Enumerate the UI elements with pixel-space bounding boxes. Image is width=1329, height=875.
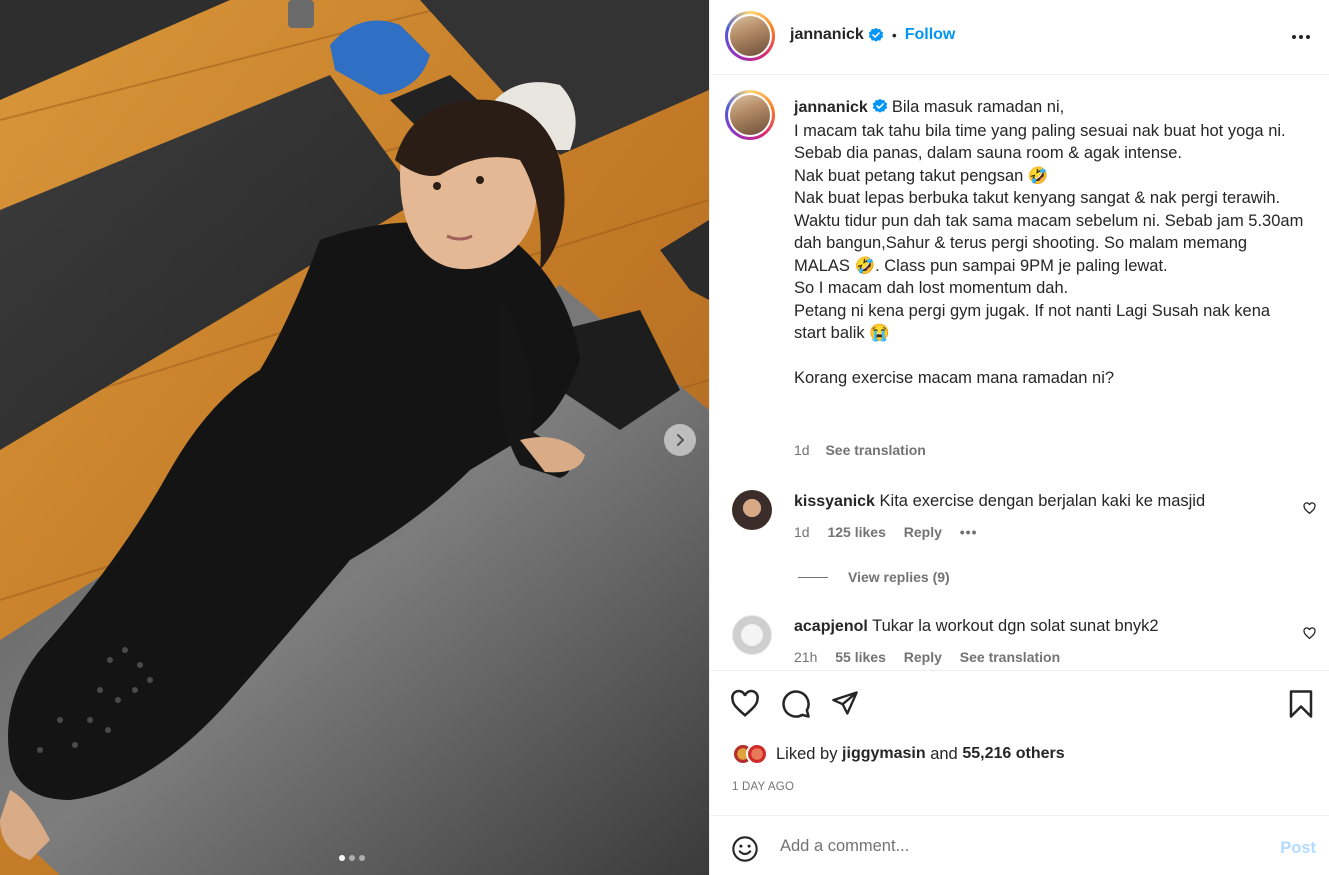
comment-meta: 21h 55 likes Reply See translation [794,649,1074,665]
commenter-avatar[interactable] [732,490,772,530]
comment-text-line: kissyanick Kita exercise dengan berjalan… [794,492,1205,511]
liker-avatars[interactable] [732,743,768,765]
avatar-image [730,95,770,135]
caption-age: 1d [794,442,810,458]
share-icon[interactable] [831,689,859,717]
emoji-icon[interactable] [731,835,759,863]
see-translation-link[interactable]: See translation [825,442,925,458]
post-timestamp[interactable]: 1 DAY AGO [732,781,794,793]
comment-likes[interactable]: 125 likes [827,524,885,540]
chevron-right-icon [677,434,685,446]
caption: jannanick Bila masuk ramadan ni, I macam … [794,96,1304,390]
more-options-icon[interactable] [1290,26,1312,48]
liked-by-prefix: Liked by [776,744,843,763]
carousel-dot [339,855,345,861]
comment-text: Kita exercise dengan berjalan kaki ke ma… [879,492,1206,510]
avatar-image [730,16,770,56]
liker-username[interactable]: jiggymasin [842,745,926,763]
comment-age: 21h [794,649,818,665]
comment-text: Tukar la workout dgn solat sunat bnyk2 [872,617,1159,635]
comment-input[interactable] [780,833,1240,859]
next-photo-button[interactable] [664,424,696,456]
view-replies-button[interactable]: View replies (9) [798,569,950,585]
carousel-dots [339,855,365,861]
verified-badge-icon [868,27,884,42]
yoga-photo-illustration [0,0,709,875]
caption-author-avatar[interactable] [725,90,775,140]
liked-by-and: and [925,744,963,763]
author-avatar[interactable] [725,11,775,61]
reply-button[interactable]: Reply [904,649,942,665]
liker-avatar [746,743,768,765]
caption-text: Bila masuk ramadan ni, I macam tak tahu … [794,98,1304,387]
reply-button[interactable]: Reply [904,524,942,540]
see-translation-link[interactable]: See translation [960,649,1060,665]
carousel-dot [359,855,365,861]
comment-username[interactable]: acapjenol [794,618,868,635]
separator-dot: • [891,27,897,43]
comment-icon[interactable] [781,689,811,719]
carousel-dot [349,855,355,861]
add-comment-bar: Post [710,815,1329,875]
comment-meta: 1d 125 likes Reply ••• [794,524,991,540]
follow-button[interactable]: Follow [905,26,956,44]
post-panel: jannanick • Follow jannanick Bila masuk r… [709,0,1329,875]
comment-username[interactable]: kissyanick [794,493,875,510]
comment-likes[interactable]: 55 likes [835,649,886,665]
post-comment-button[interactable]: Post [1280,839,1316,858]
caption-meta: 1d See translation [794,442,926,458]
post-header: jannanick • Follow [710,0,1329,75]
comment-text-line: acapjenol Tukar la workout dgn solat sun… [794,617,1159,636]
comment-more-button[interactable]: ••• [960,524,978,540]
post-photo[interactable] [0,0,709,875]
verified-badge-icon [872,98,888,113]
bookmark-icon[interactable] [1288,689,1314,719]
like-comment-heart-icon[interactable] [1303,627,1316,640]
likes-summary: Liked by jiggymasin and 55,216 others [732,743,1065,765]
heart-icon[interactable] [730,689,760,719]
divider-line [798,576,828,578]
comment-age: 1d [794,524,810,540]
comments-scroll-area[interactable]: jannanick Bila masuk ramadan ni, I macam … [710,76,1329,669]
author-username[interactable]: jannanick [790,26,864,44]
view-replies-label: View replies (9) [848,569,950,585]
commenter-avatar[interactable] [732,615,772,655]
post-actions: Liked by jiggymasin and 55,216 others 1 … [710,670,1329,815]
caption-username[interactable]: jannanick [794,99,868,116]
likes-count[interactable]: 55,216 others [962,745,1064,763]
like-comment-heart-icon[interactable] [1303,502,1316,515]
